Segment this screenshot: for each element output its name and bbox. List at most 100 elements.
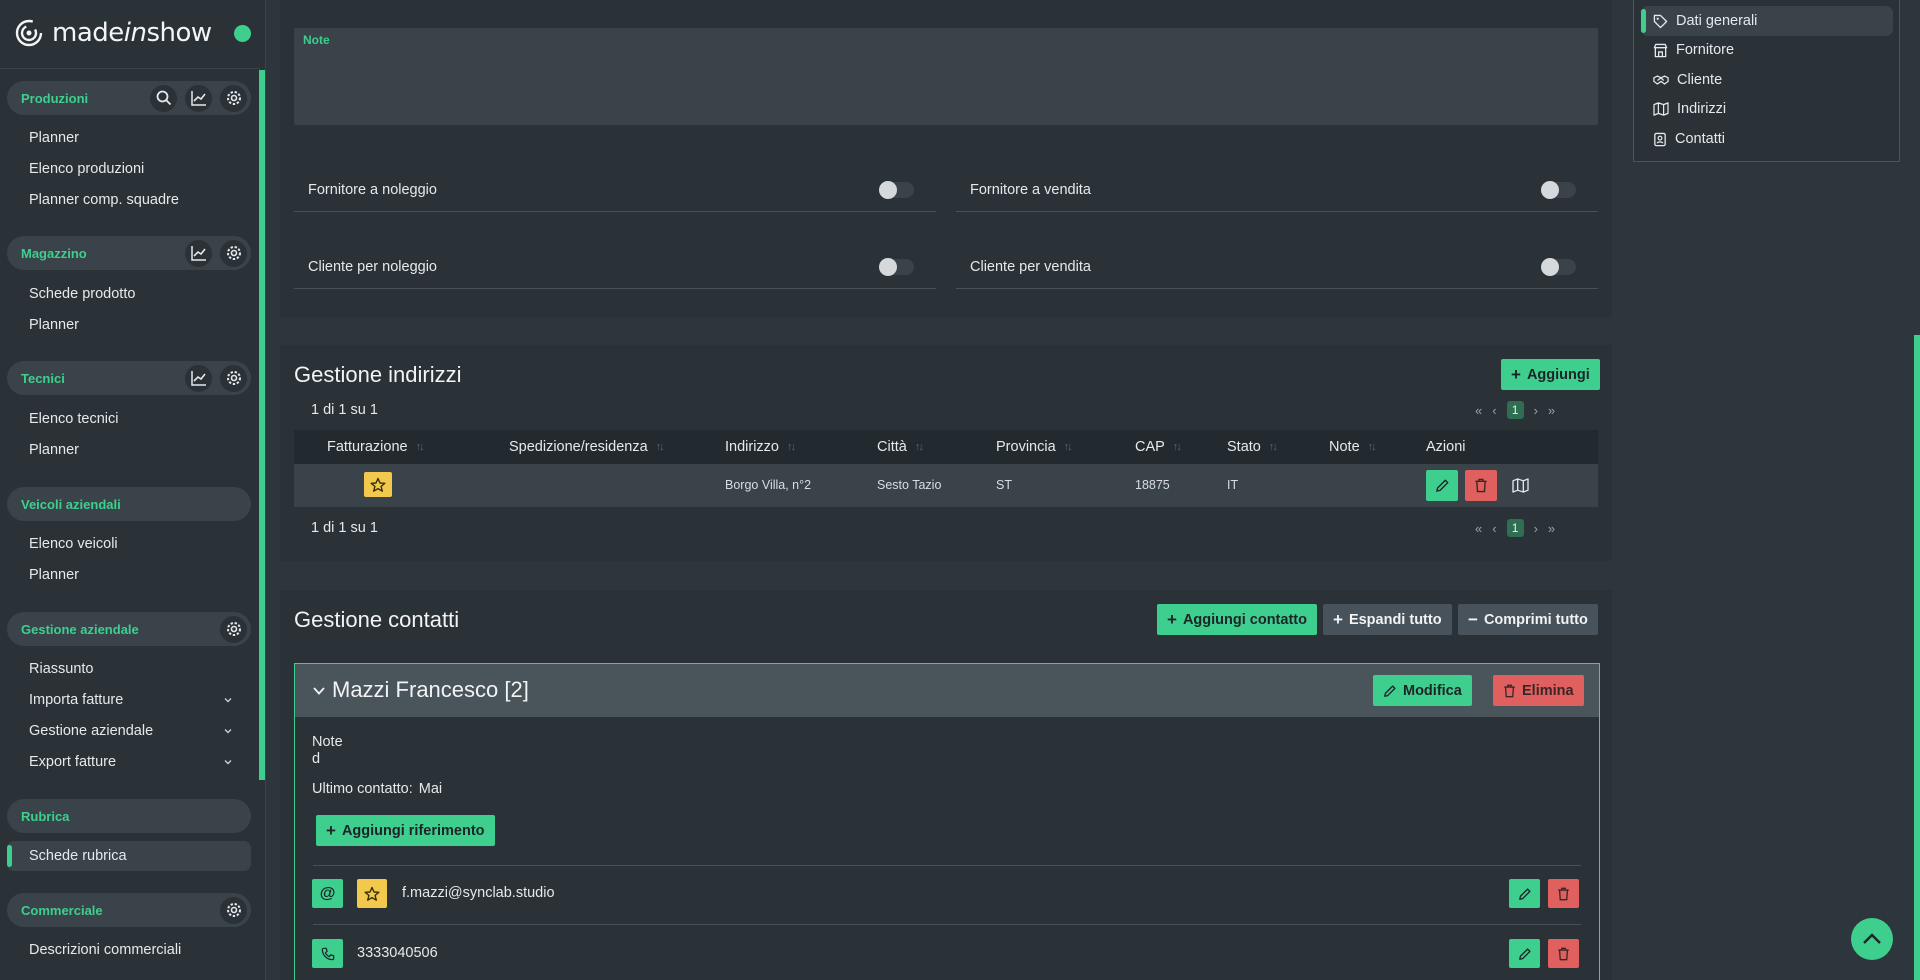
add-contact-button[interactable]: + Aggiungi contatto: [1157, 604, 1317, 635]
nav-item-elenco-veicoli[interactable]: Elenco veicoli: [29, 536, 249, 552]
column-citta[interactable]: Città ↑↓: [877, 439, 924, 455]
toggle-switch[interactable]: [1541, 180, 1576, 199]
button-label: Modifica: [1403, 682, 1462, 699]
column-provincia[interactable]: Provincia ↑↓: [996, 439, 1073, 455]
section-gestione-aziendale[interactable]: Gestione aziendale: [7, 612, 251, 646]
section-produzioni[interactable]: Produzioni: [7, 81, 251, 115]
column-cap[interactable]: CAP ↑↓: [1135, 439, 1182, 455]
prev-page-icon[interactable]: ‹: [1492, 521, 1496, 536]
nav-item-schede-rubrica[interactable]: Schede rubrica: [7, 841, 251, 871]
section-link-fornitore[interactable]: Fornitore: [1653, 42, 1734, 58]
prev-page-icon[interactable]: ‹: [1492, 403, 1496, 418]
current-page[interactable]: 1: [1506, 519, 1524, 537]
settings-button[interactable]: [220, 896, 247, 924]
nav-item-planner-squadre[interactable]: Planner comp. squadre: [29, 192, 249, 208]
nav-label: Elenco tecnici: [29, 411, 119, 427]
stats-button[interactable]: [185, 84, 212, 112]
delete-address-button[interactable]: [1465, 470, 1497, 501]
section-link-dati-generali[interactable]: Dati generali: [1641, 6, 1893, 36]
first-page-icon[interactable]: «: [1475, 403, 1482, 418]
nav-item-elenco-produzioni[interactable]: Elenco produzioni: [29, 161, 249, 177]
current-page[interactable]: 1: [1506, 401, 1524, 419]
toggle-switch[interactable]: [879, 180, 914, 199]
contact-card-header[interactable]: Mazzi Francesco [2] Modifica Elimina: [295, 664, 1599, 717]
nav-item-planner-veicoli[interactable]: Planner: [29, 567, 249, 583]
scroll-top-button[interactable]: [1851, 918, 1893, 960]
section-commerciale[interactable]: Commerciale: [7, 893, 251, 927]
toggle-switch[interactable]: [1541, 257, 1576, 276]
settings-button[interactable]: [220, 615, 247, 643]
phone-type-icon: [312, 939, 343, 968]
column-indirizzo[interactable]: Indirizzo ↑↓: [725, 439, 796, 455]
next-page-icon[interactable]: ›: [1534, 521, 1538, 536]
collapse-all-button[interactable]: − Comprimi tutto: [1458, 604, 1598, 635]
divider: [313, 865, 1581, 866]
column-label: Note: [1329, 439, 1360, 455]
column-note[interactable]: Note ↑↓: [1329, 439, 1377, 455]
column-fatturazione[interactable]: Fatturazione ↑↓: [327, 439, 425, 455]
nav-item-planner[interactable]: Planner: [29, 130, 249, 146]
nav-item-planner-tecnici[interactable]: Planner: [29, 442, 249, 458]
section-link-label: Indirizzi: [1677, 101, 1727, 117]
edit-reference-button[interactable]: [1509, 939, 1540, 968]
handshake-icon: [1653, 74, 1669, 85]
cell-indirizzo: Borgo Villa, n°2: [725, 478, 812, 492]
settings-button[interactable]: [220, 364, 247, 392]
column-label: CAP: [1135, 439, 1165, 455]
search-icon: [156, 90, 171, 106]
last-page-icon[interactable]: »: [1548, 403, 1555, 418]
delete-contact-button[interactable]: Elimina: [1493, 675, 1584, 706]
nav-item-importa-fatture[interactable]: Importa fatture: [29, 692, 249, 708]
nav-item-descrizioni-commerciali[interactable]: Descrizioni commerciali: [29, 942, 249, 958]
favorite-star-badge[interactable]: [357, 879, 387, 908]
section-nav: Dati generali Fornitore Cliente Indirizz…: [1633, 0, 1900, 162]
search-button[interactable]: [150, 84, 177, 112]
note-textarea[interactable]: Note: [294, 28, 1598, 125]
settings-button[interactable]: [220, 84, 247, 112]
sort-icon: ↑↓: [655, 441, 665, 453]
add-reference-button[interactable]: + Aggiungi riferimento: [316, 815, 495, 846]
settings-button[interactable]: [220, 239, 247, 267]
stats-button[interactable]: [185, 239, 212, 267]
nav-item-schede-prodotto[interactable]: Schede prodotto: [29, 286, 249, 302]
last-contact-label: Ultimo contatto:: [312, 781, 413, 797]
add-address-button[interactable]: + Aggiungi: [1501, 359, 1600, 390]
nav-item-elenco-tecnici[interactable]: Elenco tecnici: [29, 411, 249, 427]
edit-address-button[interactable]: [1426, 470, 1458, 501]
nav-item-gestione-aziendale[interactable]: Gestione aziendale: [29, 723, 249, 739]
nav-item-planner-magazzino[interactable]: Planner: [29, 317, 249, 333]
section-link-cliente[interactable]: Cliente: [1653, 72, 1722, 88]
table-header: Fatturazione ↑↓ Spedizione/residenza ↑↓ In…: [294, 430, 1598, 464]
page-scrollbar[interactable]: [1914, 335, 1920, 980]
billing-star-badge[interactable]: [364, 472, 392, 497]
edit-contact-button[interactable]: Modifica: [1373, 675, 1472, 706]
edit-reference-button[interactable]: [1509, 879, 1540, 908]
section-label: Gestione aziendale: [21, 621, 139, 637]
nav-item-export-fatture[interactable]: Export fatture: [29, 754, 249, 770]
next-page-icon[interactable]: ›: [1534, 403, 1538, 418]
section-rubrica[interactable]: Rubrica: [7, 799, 251, 833]
minus-icon: −: [1468, 610, 1478, 629]
stats-button[interactable]: [185, 364, 212, 392]
delete-reference-button[interactable]: [1548, 879, 1579, 908]
last-page-icon[interactable]: »: [1548, 521, 1555, 536]
gear-icon: [226, 91, 241, 105]
section-link-contatti[interactable]: Contatti: [1653, 131, 1725, 147]
toggle-switch[interactable]: [879, 257, 914, 276]
column-stato[interactable]: Stato ↑↓: [1227, 439, 1278, 455]
delete-reference-button[interactable]: [1548, 939, 1579, 968]
section-link-indirizzi[interactable]: Indirizzi: [1653, 101, 1726, 117]
map-address-button[interactable]: [1504, 470, 1536, 501]
column-spedizione[interactable]: Spedizione/residenza ↑↓: [509, 439, 665, 455]
section-tecnici[interactable]: Tecnici: [7, 361, 251, 395]
expand-all-button[interactable]: + Espandi tutto: [1323, 604, 1452, 635]
contact-name: Mazzi Francesco [2]: [332, 677, 529, 702]
first-page-icon[interactable]: «: [1475, 521, 1482, 536]
chevron-down-icon[interactable]: [312, 685, 326, 697]
sort-icon: ↑↓: [415, 441, 425, 453]
nav-item-riassunto[interactable]: Riassunto: [29, 661, 249, 677]
section-veicoli[interactable]: Veicoli aziendali: [7, 487, 251, 521]
pagination-count: 1 di 1 su 1: [311, 402, 378, 418]
brand-logo[interactable]: madeinshow: [14, 18, 212, 48]
section-magazzino[interactable]: Magazzino: [7, 236, 251, 270]
